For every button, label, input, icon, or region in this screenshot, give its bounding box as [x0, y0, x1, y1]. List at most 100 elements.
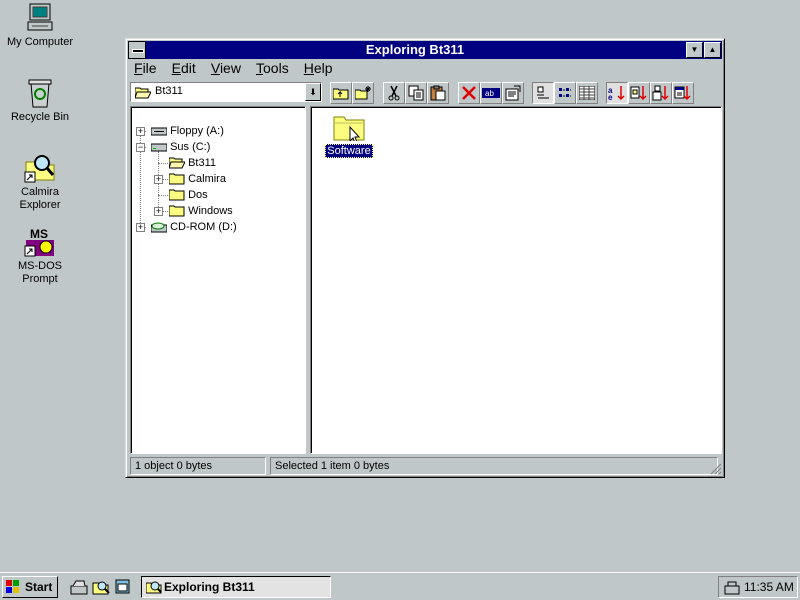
rename-button[interactable]: ab [480, 82, 502, 104]
computer-icon [27, 3, 53, 31]
menu-file-key: F [134, 60, 143, 76]
open-folder-icon [135, 87, 151, 99]
maximize-button[interactable]: ▲ [704, 42, 721, 58]
expand-floppy-button[interactable]: + [136, 127, 145, 136]
sort-by-date-button[interactable] [672, 82, 694, 104]
sort-type-icon [630, 86, 647, 101]
menu-help-key: H [303, 60, 314, 76]
svg-text:ab: ab [485, 89, 494, 98]
sort-by-name-button[interactable]: a e [606, 82, 628, 104]
content-item-software[interactable]: Software [325, 113, 373, 158]
new-folder-button[interactable] [352, 82, 374, 104]
tree-item-floppy[interactable]: Floppy (A:) [150, 123, 224, 139]
location-dropdown-button[interactable]: ⬇ [305, 83, 321, 101]
sort-by-type-button[interactable] [628, 82, 650, 104]
menu-edit[interactable]: Edit [166, 60, 202, 77]
properties-icon [505, 85, 521, 101]
file-list-pane[interactable]: Software [310, 106, 722, 454]
tree-item-calmira[interactable]: Calmira [168, 171, 226, 187]
resize-grip-icon[interactable] [710, 463, 722, 475]
cut-button[interactable] [383, 82, 405, 104]
ms-dos-prompt-label-2: Prompt [22, 273, 58, 285]
properties-button[interactable] [502, 82, 524, 104]
paste-button[interactable] [427, 82, 449, 104]
menu-tools-rest: ools [263, 60, 289, 76]
sort-name-icon: a e [608, 86, 625, 101]
folder-icon [333, 116, 365, 144]
expand-calmira-button[interactable]: + [154, 175, 163, 184]
up-triangle-icon: ▲ [708, 45, 717, 54]
collapse-c-drive-button[interactable]: − [136, 143, 145, 152]
tree-item-cdrom-label: CD-ROM (D:) [170, 221, 237, 233]
windows-logo-icon [6, 580, 19, 593]
status-selection: Selected 1 item 0 bytes [270, 457, 718, 475]
up-one-level-button[interactable] [330, 82, 352, 104]
recycle-bin-label: Recycle Bin [10, 111, 70, 123]
delete-x-icon [462, 86, 476, 100]
sort-by-size-button[interactable] [650, 82, 672, 104]
minimize-button[interactable]: ▼ [686, 42, 703, 58]
sort-date-icon [674, 86, 691, 101]
expand-cdrom-button[interactable]: + [136, 223, 145, 232]
expand-windows-button[interactable]: + [154, 207, 163, 216]
title-bar[interactable]: Exploring Bt311 ▼ ▲ [128, 41, 722, 59]
tree-item-floppy-label: Floppy (A:) [170, 125, 224, 137]
find-quick-launch-icon[interactable] [114, 578, 132, 596]
status-object-count: 1 object 0 bytes [130, 457, 266, 475]
cdrom-drive-icon [150, 222, 168, 233]
paste-icon [430, 85, 446, 101]
details-list-icon [579, 86, 595, 100]
system-tray: 11:35 AM [718, 576, 798, 598]
recycle-bin-desktop-icon[interactable]: Recycle Bin [0, 77, 80, 124]
tree-item-dos[interactable]: Dos [168, 187, 208, 203]
my-computer-desktop-icon[interactable]: My Computer [0, 2, 80, 49]
open-folder-icon [168, 157, 186, 169]
menu-help-rest: elp [313, 60, 333, 76]
large-icons-icon [537, 86, 549, 99]
calmira-explorer-desktop-icon[interactable]: Calmira Explorer [0, 152, 80, 212]
menu-help[interactable]: Help [298, 60, 339, 77]
menu-view-key: V [210, 60, 220, 76]
copy-button[interactable] [405, 82, 427, 104]
tree-item-bt311[interactable]: Bt311 [168, 155, 216, 171]
tree-item-c-drive[interactable]: Sus (C:) [150, 139, 210, 155]
menu-view-rest: iew [219, 60, 241, 76]
menu-file[interactable]: File [128, 60, 163, 77]
network-tray-icon[interactable] [724, 580, 740, 596]
toolbar: Bt311 ⬇ ab a e [128, 80, 722, 106]
menu-view[interactable]: View [205, 60, 247, 77]
menu-tools[interactable]: Tools [250, 60, 295, 77]
start-button[interactable]: Start [2, 576, 58, 598]
tree-item-dos-label: Dos [188, 189, 208, 201]
small-icons-icon [559, 88, 571, 97]
up-folder-icon [333, 88, 349, 100]
explorer-shortcut-icon [24, 155, 55, 183]
folder-tree-pane[interactable]: + Floppy (A:) − Sus (C:) Bt311 + Calmira… [130, 106, 306, 454]
menu-file-rest: ile [142, 60, 157, 76]
tree-item-bt311-label: Bt311 [188, 157, 216, 169]
menu-edit-rest: dit [180, 60, 196, 76]
tree-item-cdrom[interactable]: CD-ROM (D:) [150, 219, 237, 235]
copy-icon [408, 85, 424, 101]
large-icons-view-button[interactable] [532, 82, 554, 104]
delete-button[interactable] [458, 82, 480, 104]
hard-drive-quick-launch-icon[interactable] [70, 578, 88, 596]
tree-item-windows[interactable]: Windows [168, 203, 233, 219]
calmira-explorer-label-2: Explorer [19, 199, 61, 211]
clock[interactable]: 11:35 AM [744, 577, 794, 597]
small-icons-view-button[interactable] [554, 82, 576, 104]
details-view-button[interactable] [576, 82, 598, 104]
content-item-software-label: Software [325, 144, 373, 158]
folder-icon [168, 173, 185, 185]
explorer-quick-launch-icon[interactable] [92, 578, 110, 596]
task-label: Exploring Bt311 [164, 580, 255, 594]
scissors-icon [388, 85, 400, 101]
new-folder-icon [355, 86, 371, 100]
ms-dos-prompt-desktop-icon[interactable]: MS MS-DOS Prompt [0, 226, 80, 286]
location-value: Bt311 [155, 85, 183, 97]
system-menu-button[interactable] [128, 41, 146, 59]
svg-text:MS: MS [30, 227, 48, 241]
svg-text:e: e [608, 93, 613, 101]
location-combo[interactable]: Bt311 ⬇ [130, 82, 322, 102]
task-exploring-bt311[interactable]: Exploring Bt311 [141, 576, 331, 598]
